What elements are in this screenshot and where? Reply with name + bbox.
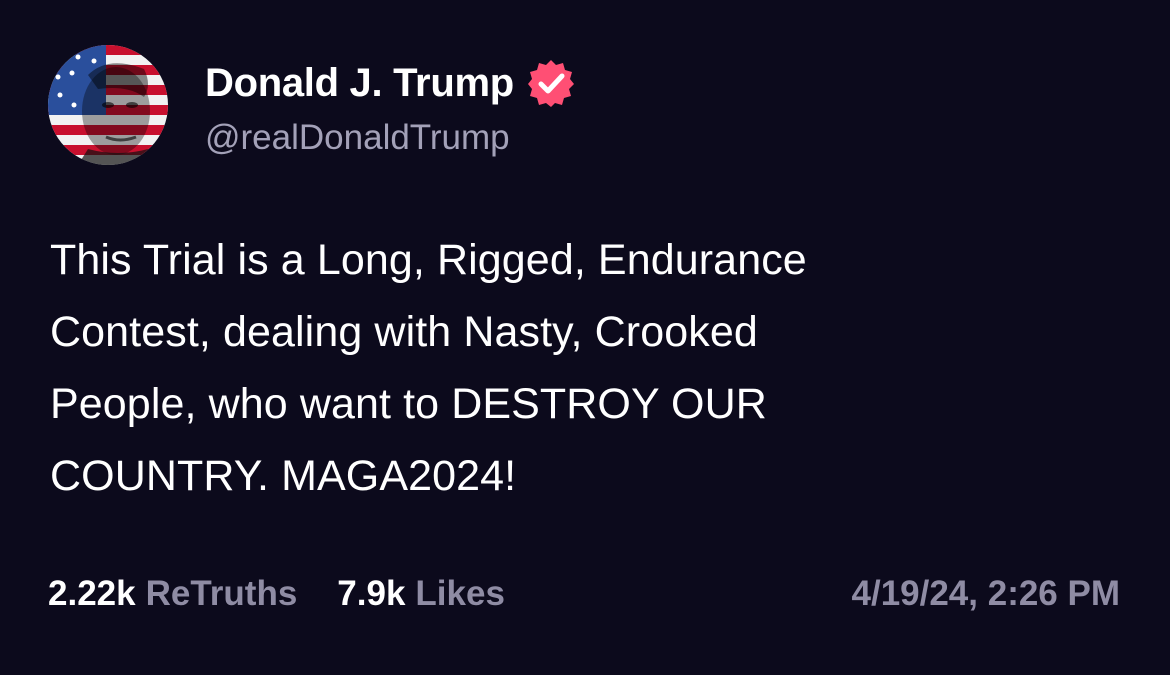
author-row: Donald J. Trump xyxy=(205,56,576,110)
author-handle[interactable]: @realDonaldTrump xyxy=(205,118,510,158)
likes-count: 7.9k xyxy=(337,574,406,613)
post-text: This Trial is a Long, Rigged, Endurance … xyxy=(50,236,807,500)
flag-portrait-avatar-icon xyxy=(48,45,168,165)
retruths-stat[interactable]: 2.22k ReTruths xyxy=(48,574,297,614)
avatar[interactable] xyxy=(48,45,168,165)
author-name[interactable]: Donald J. Trump xyxy=(205,61,514,106)
retruths-count: 2.22k xyxy=(48,574,136,613)
likes-stat[interactable]: 7.9k Likes xyxy=(337,574,505,614)
post-card: Donald J. Trump @realDonaldTrump This Tr… xyxy=(0,0,1170,675)
post-timestamp[interactable]: 4/19/24, 2:26 PM xyxy=(852,574,1121,614)
verified-badge-icon xyxy=(526,58,576,108)
retruths-label: ReTruths xyxy=(145,574,298,613)
post-stats: 2.22k ReTruths 7.9k Likes xyxy=(48,574,505,614)
likes-label: Likes xyxy=(415,574,505,613)
